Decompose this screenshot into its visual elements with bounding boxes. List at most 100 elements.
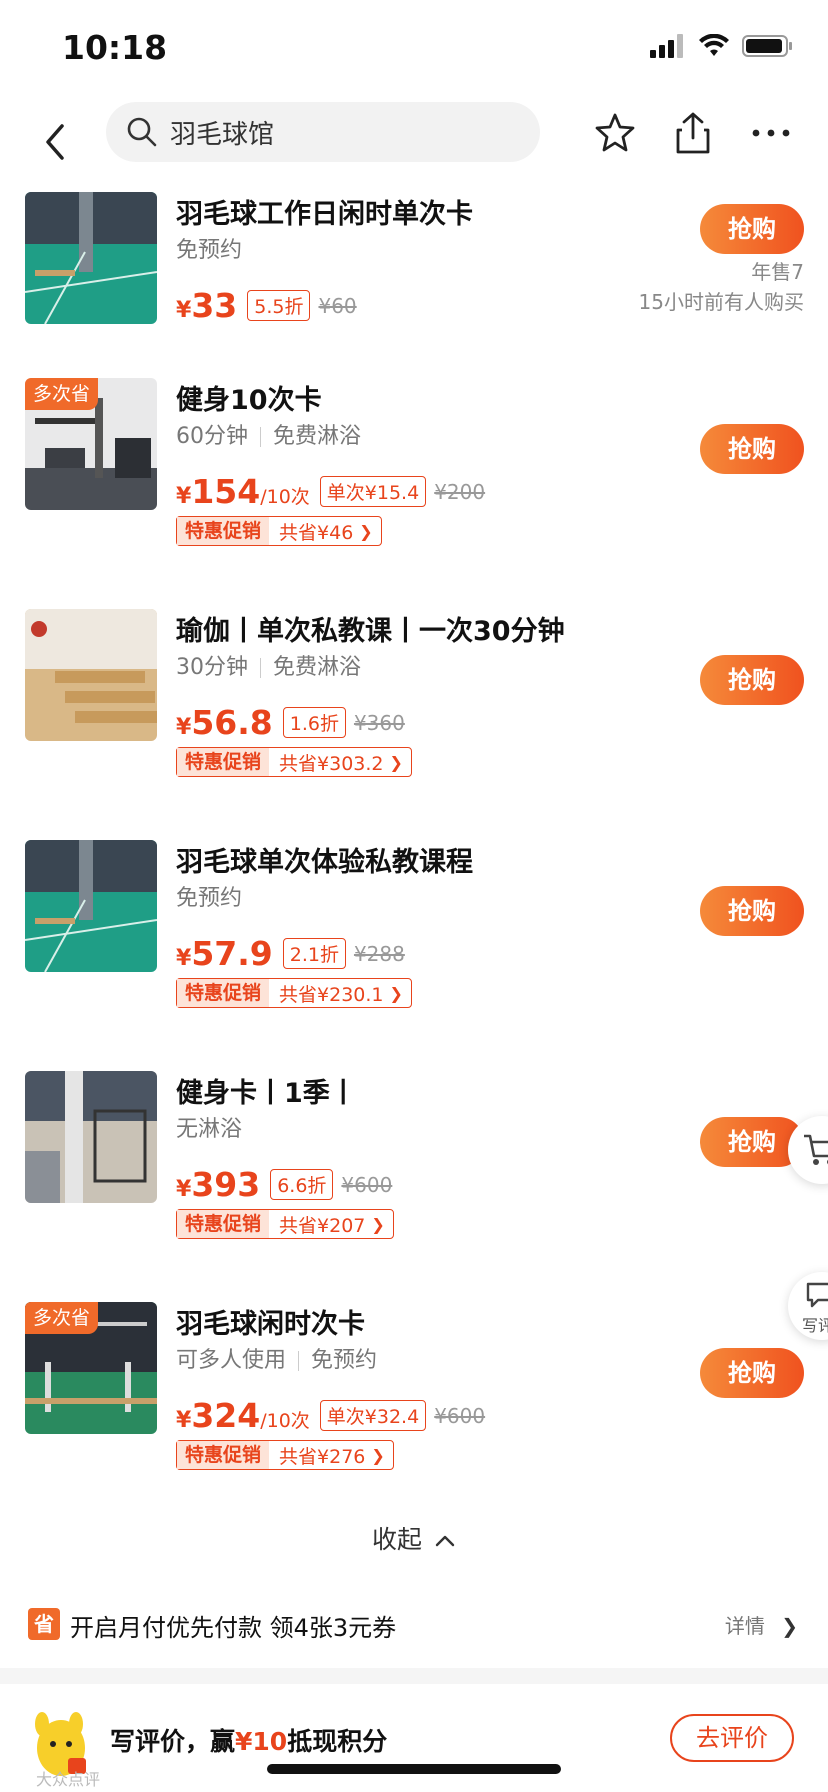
promo-label: 特惠促销 [177, 748, 270, 776]
discount-tag: 2.1折 [282, 938, 346, 969]
status-icons [650, 34, 794, 58]
section-divider [0, 1668, 828, 1684]
wifi-icon [699, 34, 729, 56]
deal-price: ¥57.9 [176, 934, 273, 973]
promo-text: 共省¥46 [279, 521, 354, 544]
review-bar: 大众点评 写评价，赢¥10抵现积分 去评价 [0, 1684, 828, 1792]
deal-subtitle: 60分钟 免费淋浴 [176, 424, 362, 449]
buy-button[interactable]: 抢购 [700, 204, 804, 254]
deal-title: 瑜伽丨单次私教课丨一次30分钟 [176, 616, 565, 647]
status-bar: 10:18 [0, 0, 828, 96]
deal-thumbnail [25, 192, 157, 324]
chevron-right-icon: ❯ [371, 1214, 385, 1234]
price-line: ¥324/10次 单次¥32.4 ¥600 [176, 1396, 485, 1435]
deal-price: ¥33 [176, 286, 238, 325]
deal-title: 羽毛球闲时次卡 [176, 1309, 365, 1340]
buy-button[interactable]: 抢购 [700, 1348, 804, 1398]
original-price: ¥200 [434, 479, 486, 504]
share-icon[interactable] [670, 110, 716, 156]
price-line: ¥57.9 2.1折 ¥288 [176, 934, 405, 973]
collapse-button[interactable]: 收起 [0, 1520, 828, 1556]
original-price: ¥60 [318, 293, 357, 318]
sales-count: 年售7 [751, 260, 804, 284]
deal-price: ¥154/10次 [176, 472, 310, 511]
discount-tag: 1.6折 [282, 707, 346, 738]
write-review-button[interactable]: 去评价 [670, 1714, 794, 1762]
promo-label: 特惠促销 [177, 979, 270, 1007]
promo-label: 特惠促销 [177, 1210, 270, 1238]
chevron-right-icon: ❯ [359, 521, 373, 541]
original-price: ¥288 [353, 941, 405, 966]
promo-tag[interactable]: 特惠促销 共省¥46 ❯ [176, 516, 382, 546]
promo-text: 共省¥230.1 [279, 983, 384, 1006]
review-prompt: 写评价，赢¥10抵现积分 [110, 1727, 388, 1756]
deal-subtitle: 30分钟 免费淋浴 [176, 655, 362, 680]
chevron-up-icon [435, 1535, 455, 1547]
deal-subtitle: 可多人使用 免预约 [176, 1348, 378, 1373]
cart-icon [804, 1134, 828, 1165]
promo-label: 特惠促销 [177, 517, 270, 545]
deal-price: ¥56.8 [176, 703, 273, 742]
save-icon: 省 [28, 1608, 60, 1640]
back-icon[interactable] [34, 112, 82, 172]
original-price: ¥360 [353, 710, 405, 735]
chevron-right-icon: ❯ [389, 983, 403, 1003]
deal-title: 羽毛球单次体验私教课程 [176, 847, 473, 878]
promo-tag[interactable]: 特惠促销 共省¥230.1 ❯ [176, 978, 412, 1008]
buy-button[interactable]: 抢购 [700, 886, 804, 936]
buy-button[interactable]: 抢购 [700, 424, 804, 474]
price-line: ¥56.8 1.6折 ¥360 [176, 703, 405, 742]
discount-tag: 单次¥15.4 [319, 476, 427, 507]
comment-icon [806, 1282, 828, 1308]
search-text: 羽毛球馆 [170, 119, 275, 150]
details-link[interactable]: 详情 ❯ [725, 1610, 798, 1639]
review-float-button[interactable]: 写评 [788, 1272, 828, 1340]
original-price: ¥600 [434, 1403, 486, 1428]
more-icon[interactable] [748, 110, 794, 156]
recent-purchase: 15小时前有人购买 [638, 290, 804, 314]
deal-subtitle: 免预约 [176, 886, 243, 911]
deal-subtitle: 免预约 [176, 238, 243, 263]
discount-tag: 单次¥32.4 [319, 1400, 427, 1431]
deal-thumbnail [25, 1071, 157, 1203]
monthly-pay-text: 开启月付优先付款 领4张3元券 [70, 1614, 397, 1642]
deal-title: 健身10次卡 [176, 385, 322, 416]
original-price: ¥600 [341, 1172, 393, 1197]
search-icon [127, 117, 157, 147]
multi-use-badge: 多次省 [25, 1302, 99, 1334]
collapse-label: 收起 [372, 1525, 423, 1554]
buy-button[interactable]: 抢购 [700, 655, 804, 705]
discount-tag: 6.6折 [270, 1169, 334, 1200]
search-input[interactable]: 羽毛球馆 [106, 102, 540, 162]
price-line: ¥393 6.6折 ¥600 [176, 1165, 392, 1204]
discount-tag: 5.5折 [247, 290, 311, 321]
price-line: ¥33 5.5折 ¥60 [176, 286, 357, 325]
deal-subtitle: 无淋浴 [176, 1117, 243, 1142]
promo-tag[interactable]: 特惠促销 共省¥207 ❯ [176, 1209, 394, 1239]
chevron-right-icon: ❯ [781, 1614, 798, 1638]
deal-title: 健身卡丨1季丨 [176, 1078, 357, 1109]
chevron-right-icon: ❯ [371, 1445, 385, 1465]
price-line: ¥154/10次 单次¥15.4 ¥200 [176, 472, 485, 511]
clock: 10:18 [62, 28, 168, 67]
home-indicator [267, 1764, 561, 1774]
monthly-pay-banner[interactable]: 省 开启月付优先付款 领4张3元券 详情 ❯ [0, 1594, 828, 1660]
deal-price: ¥324/10次 [176, 1396, 310, 1435]
deal-title: 羽毛球工作日闲时单次卡 [176, 199, 473, 230]
review-float-label: 写评 [802, 1316, 828, 1335]
deal-thumbnail [25, 609, 157, 741]
promo-text: 共省¥207 [279, 1214, 366, 1237]
battery-icon [742, 35, 792, 57]
signal-icon [650, 34, 683, 58]
promo-text: 共省¥276 [279, 1445, 366, 1468]
promo-tag[interactable]: 特惠促销 共省¥276 ❯ [176, 1440, 394, 1470]
star-icon[interactable] [592, 110, 638, 156]
deal-thumbnail [25, 840, 157, 972]
deal-price: ¥393 [176, 1165, 261, 1204]
chevron-right-icon: ❯ [389, 752, 403, 772]
promo-label: 特惠促销 [177, 1441, 270, 1469]
promo-text: 共省¥303.2 [279, 752, 384, 775]
top-nav: 羽毛球馆 [0, 96, 828, 192]
app-watermark: 大众点评 [36, 1770, 101, 1789]
promo-tag[interactable]: 特惠促销 共省¥303.2 ❯ [176, 747, 412, 777]
